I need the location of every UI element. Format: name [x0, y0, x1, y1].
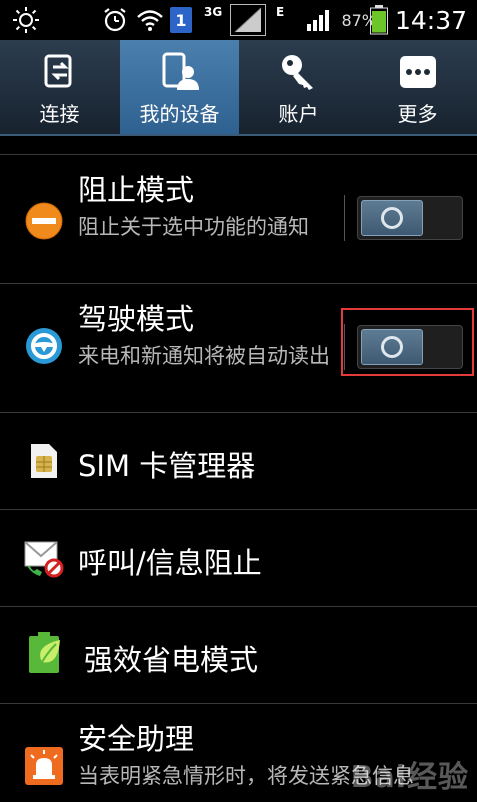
more-icon	[398, 52, 438, 92]
tab-more[interactable]: 更多	[358, 40, 477, 134]
clock-time: 14:37	[394, 5, 467, 35]
brightness-icon	[12, 0, 40, 40]
list-item-call-block[interactable]: 呼叫/信息阻止	[0, 510, 477, 606]
toggle-knob	[361, 200, 423, 236]
wifi-icon	[136, 0, 164, 40]
signal-bars-icon	[306, 0, 332, 40]
list-item-power-saving[interactable]: 强效省电模式	[0, 607, 477, 703]
status-bar: 1 3G E 87% 14:37	[0, 0, 477, 40]
signal-strength-icon	[230, 0, 266, 40]
block-mode-icon	[24, 201, 64, 241]
list-item-block-mode[interactable]: 阻止模式 阻止关于选中功能的通知	[0, 155, 477, 282]
tab-more-label: 更多	[397, 102, 438, 126]
steering-wheel-icon	[24, 326, 64, 366]
settings-tab-bar: 连接 我的设备 账户 更多	[0, 40, 477, 136]
driving-mode-title: 驾驶模式	[78, 302, 195, 336]
safety-assist-title: 安全助理	[78, 722, 195, 756]
tab-connections-label: 连接	[39, 102, 80, 126]
call-block-icon	[24, 538, 64, 578]
tab-my-device[interactable]: 我的设备	[120, 40, 239, 134]
sim-card-icon	[24, 441, 64, 481]
sim-manager-title: SIM 卡管理器	[78, 449, 256, 483]
block-mode-subtitle: 阻止关于选中功能的通知	[78, 215, 309, 239]
notification-badge: 1	[170, 0, 192, 40]
driving-mode-subtitle: 来电和新通知将被自动读出	[78, 344, 330, 368]
tab-accounts[interactable]: 账户	[239, 40, 358, 134]
tab-accounts-label: 账户	[278, 102, 319, 126]
block-mode-toggle[interactable]	[357, 196, 463, 240]
network-3g-label: 3G	[204, 5, 223, 19]
network-e-label: E	[276, 5, 285, 19]
battery-icon	[370, 0, 388, 40]
call-block-title: 呼叫/信息阻止	[78, 546, 262, 580]
highlight-box	[341, 308, 474, 376]
alarm-icon	[102, 0, 128, 40]
tab-connections[interactable]: 连接	[0, 40, 119, 134]
my-device-icon	[160, 52, 200, 92]
connect-icon	[40, 52, 80, 92]
list-item-sim-manager[interactable]: SIM 卡管理器	[0, 413, 477, 509]
vertical-separator	[344, 195, 345, 241]
account-key-icon	[279, 52, 319, 92]
block-mode-title: 阻止模式	[78, 173, 195, 207]
emergency-alarm-icon	[24, 746, 64, 786]
watermark: Bai经验	[350, 760, 469, 795]
power-saving-title: 强效省电模式	[84, 643, 259, 677]
power-saving-icon	[26, 632, 66, 673]
tab-my-device-label: 我的设备	[139, 102, 220, 126]
